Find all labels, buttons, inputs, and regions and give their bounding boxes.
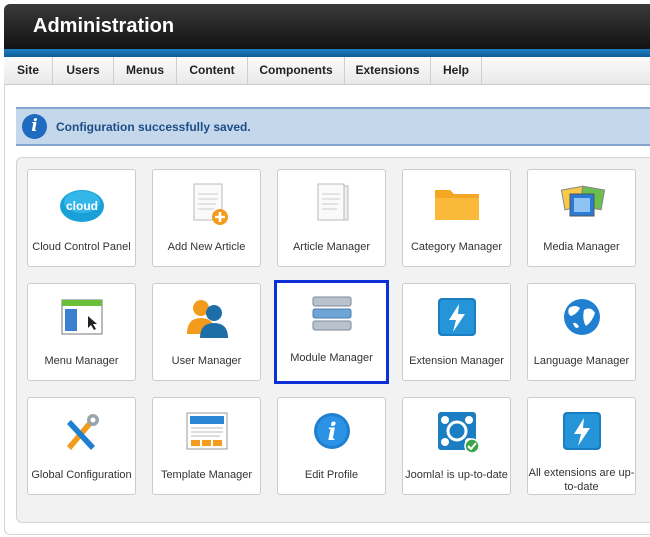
cloud-icon: cloud [60,190,104,222]
tile-label: Cloud Control Panel [32,241,131,253]
tile-joomla-update[interactable]: Joomla! is up-to-date [402,397,511,495]
tile-edit-profile[interactable]: i Edit Profile [277,397,386,495]
tile-article-manager[interactable]: Article Manager [277,169,386,267]
menu-window-icon [61,299,103,335]
joomla-check-icon [438,412,480,454]
tile-cloud-control-panel[interactable]: cloud Cloud Control Panel [27,169,136,267]
article-icon [317,183,349,221]
tile-media-manager[interactable]: Media Manager [527,169,636,267]
lightning-icon [438,298,476,336]
system-message: i Configuration successfully saved. [16,107,650,146]
tile-label: Language Manager [533,355,630,367]
info-icon: i [22,114,47,139]
tools-icon [67,414,99,450]
tile-label: Menu Manager [44,355,119,367]
main-menu: Site Users Menus Content Components Exte… [4,57,650,85]
tile-label: Article Manager [292,241,371,253]
tile-global-configuration[interactable]: Global Configuration [27,397,136,495]
tile-category-manager[interactable]: Category Manager [402,169,511,267]
tile-menu-manager[interactable]: Menu Manager [27,283,136,381]
menu-menus[interactable]: Menus [114,57,177,84]
tile-label: All extensions are up-to-date [528,467,635,493]
tile-label: Category Manager [410,241,503,253]
tile-label: Media Manager [543,241,620,253]
add-article-icon [193,183,228,225]
info-icon: i [314,413,350,449]
module-stack-icon [312,296,352,331]
template-icon [186,412,228,450]
tile-language-manager[interactable]: Language Manager [527,283,636,381]
tile-label: Extension Manager [409,355,504,367]
menu-help[interactable]: Help [431,57,482,84]
folder-icon [435,190,479,220]
menu-site[interactable]: Site [4,57,53,84]
tile-extensions-update[interactable]: All extensions are up-to-date [527,397,636,495]
tile-label: User Manager [171,355,242,367]
tile-label: Template Manager [160,469,253,481]
tile-add-new-article[interactable]: Add New Article [152,169,261,267]
menu-extensions[interactable]: Extensions [345,57,431,84]
globe-icon [564,299,600,335]
tile-label: Add New Article [167,241,246,253]
users-icon [187,300,228,338]
media-icon [560,185,606,217]
menu-components[interactable]: Components [248,57,345,84]
header-stripe [4,49,650,57]
tile-label: Joomla! is up-to-date [405,469,508,481]
tile-label: Module Manager [290,352,373,364]
tile-module-manager[interactable]: Module Manager [274,280,389,384]
tile-extension-manager[interactable]: Extension Manager [402,283,511,381]
system-message-text: Configuration successfully saved. [56,120,251,134]
svg-text:i: i [327,417,336,446]
menu-users[interactable]: Users [53,57,114,84]
tile-label: Edit Profile [304,469,359,481]
header-bar: Administration [4,4,650,49]
page-title: Administration [33,15,175,37]
svg-text:cloud: cloud [66,199,98,213]
tile-user-manager[interactable]: User Manager [152,283,261,381]
tile-label: Global Configuration [31,469,132,481]
tile-template-manager[interactable]: Template Manager [152,397,261,495]
menu-content[interactable]: Content [177,57,248,84]
lightning-icon [563,412,601,450]
